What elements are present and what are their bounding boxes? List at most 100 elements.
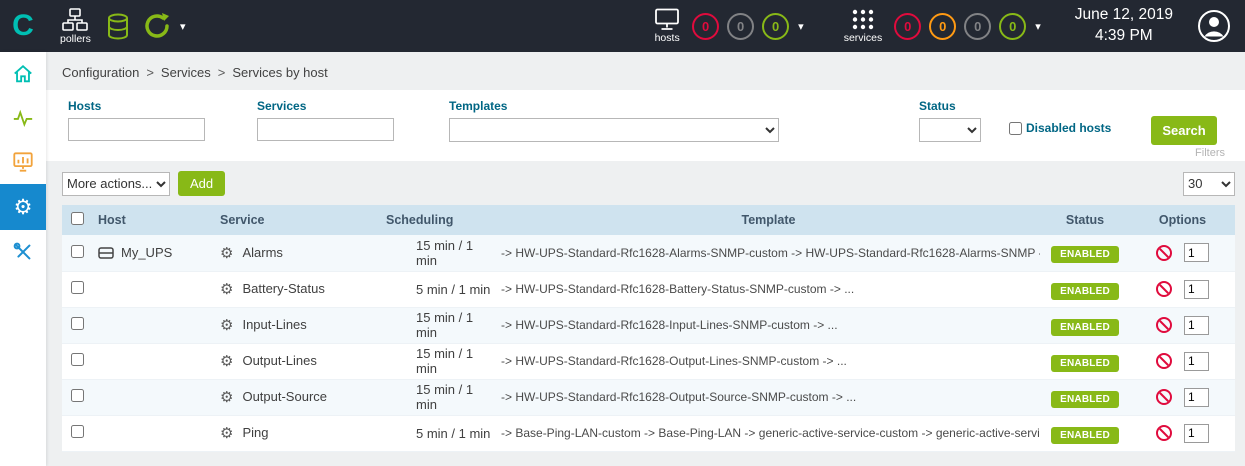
status-badge: ENABLED [1051,283,1119,300]
sidebar-item-reporting[interactable] [0,140,46,184]
hosts-chevron-down-icon[interactable]: ▾ [798,20,804,33]
row-checkbox[interactable] [71,353,84,366]
disable-service-icon[interactable] [1156,425,1172,441]
poller-chevron-down-icon[interactable]: ▾ [180,20,186,33]
centreon-logo[interactable]: C [0,0,46,52]
services-table: Host Service Scheduling Template Status … [62,205,1235,452]
service-name-link[interactable]: Alarms [242,245,282,260]
row-checkbox[interactable] [71,281,84,294]
sidebar-item-configuration[interactable]: ⚙ [0,184,46,230]
host-name-link[interactable]: My_UPS [121,245,172,260]
options-count-input[interactable] [1184,424,1209,443]
options-count-input[interactable] [1184,352,1209,371]
page-size-select[interactable]: 30 [1183,172,1235,196]
header-service: Service [212,205,372,235]
scheduling-cell: 15 min / 1 min [372,379,497,415]
hosts-down-badge[interactable]: 0 [692,13,719,40]
services-table-body: My_UPS ⚙ Alarms 15 min / 1 min-> HW-UPS-Sta… [62,235,1235,451]
template-cell: -> HW-UPS-Standard-Rfc1628-Input-Lines-S… [497,307,1040,343]
pollers-menu[interactable]: pollers [60,8,91,45]
services-icon [851,8,875,31]
more-actions-select[interactable]: More actions... [62,172,170,196]
breadcrumb-services[interactable]: Services [161,65,211,80]
row-checkbox[interactable] [71,245,84,258]
disable-service-icon[interactable] [1156,245,1172,261]
hosts-filter-label: Hosts [68,99,205,113]
row-checkbox[interactable] [71,425,84,438]
templates-filter-label: Templates [449,99,779,113]
table-header-row: Host Service Scheduling Template Status … [62,205,1235,235]
options-count-input[interactable] [1184,243,1209,262]
status-badge: ENABLED [1051,391,1119,408]
user-menu[interactable] [1197,9,1231,43]
search-button[interactable]: Search [1151,116,1216,145]
status-filter-label: Status [919,99,981,113]
sidebar-item-home[interactable] [0,52,46,96]
add-button[interactable]: Add [178,171,225,196]
scheduling-cell: 15 min / 1 min [372,343,497,379]
templates-filter-select[interactable] [449,118,779,142]
hosts-up-badge[interactable]: 0 [762,13,789,40]
date-text: June 12, 2019 [1075,5,1173,26]
sidebar-item-monitoring[interactable] [0,96,46,140]
template-cell: -> Base-Ping-LAN-custom -> Base-Ping-LAN… [497,415,1040,451]
service-name-link[interactable]: Output-Lines [242,353,316,368]
scheduling-cell: 5 min / 1 min [372,415,497,451]
disable-service-icon[interactable] [1156,317,1172,333]
breadcrumb-configuration[interactable]: Configuration [62,65,139,80]
services-status-group: services 0 0 0 0 ▾ [844,8,1041,44]
row-checkbox[interactable] [71,317,84,330]
status-filter-select[interactable] [919,118,981,142]
sidebar-item-administration[interactable] [0,230,46,274]
service-gear-icon: ⚙ [220,388,233,406]
disabled-hosts-label: Disabled hosts [1026,121,1111,135]
hosts-label: hosts [655,33,680,44]
hosts-unreachable-badge[interactable]: 0 [727,13,754,40]
services-critical-badge[interactable]: 0 [894,13,921,40]
pollers-icon [62,8,88,32]
header-host: Host [92,205,212,235]
select-all-checkbox[interactable] [71,212,84,225]
services-warning-badge[interactable]: 0 [929,13,956,40]
options-count-input[interactable] [1184,388,1209,407]
disable-service-icon[interactable] [1156,281,1172,297]
services-menu[interactable]: services [844,8,883,44]
options-count-input[interactable] [1184,316,1209,335]
services-chevron-down-icon[interactable]: ▾ [1035,20,1041,33]
hosts-status-group: hosts 0 0 0 ▾ [654,8,804,44]
service-name-link[interactable]: Output-Source [242,389,327,404]
poller-status-button[interactable] [143,12,171,40]
services-ok-badge[interactable]: 0 [999,13,1026,40]
row-checkbox[interactable] [71,389,84,402]
disable-service-icon[interactable] [1156,389,1172,405]
header-status: Status [1040,205,1130,235]
breadcrumb-separator: > [146,65,154,80]
breadcrumb-services-by-host[interactable]: Services by host [232,65,327,80]
disabled-hosts-checkbox[interactable] [1009,122,1022,135]
poller-status-icon [143,12,171,40]
home-icon [12,63,34,85]
user-icon [1197,9,1231,43]
disabled-hosts-toggle[interactable]: Disabled hosts [1009,121,1111,135]
options-count-input[interactable] [1184,280,1209,299]
header-template: Template [497,205,1040,235]
hosts-filter-input[interactable] [68,118,205,141]
services-unknown-badge[interactable]: 0 [964,13,991,40]
service-name-link[interactable]: Battery-Status [242,281,324,296]
hosts-menu[interactable]: hosts [654,8,680,44]
main-content: Configuration>Services>Services by host … [46,52,1245,466]
service-name-link[interactable]: Input-Lines [242,317,306,332]
service-name-link[interactable]: Ping [242,425,268,440]
heartbeat-icon [12,107,34,129]
pollers-label: pollers [60,34,91,45]
template-cell: -> HW-UPS-Standard-Rfc1628-Output-Source… [497,379,1040,415]
service-gear-icon: ⚙ [220,424,233,442]
header-options: Options [1130,205,1235,235]
table-row: ⚙Battery-Status5 min / 1 min-> HW-UPS-St… [62,271,1235,307]
disable-service-icon[interactable] [1156,353,1172,369]
database-button[interactable] [107,13,129,40]
service-gear-icon: ⚙ [220,244,233,262]
template-cell: -> HW-UPS-Standard-Rfc1628-Output-Lines-… [497,343,1040,379]
status-badge: ENABLED [1051,427,1119,444]
services-filter-input[interactable] [257,118,394,141]
